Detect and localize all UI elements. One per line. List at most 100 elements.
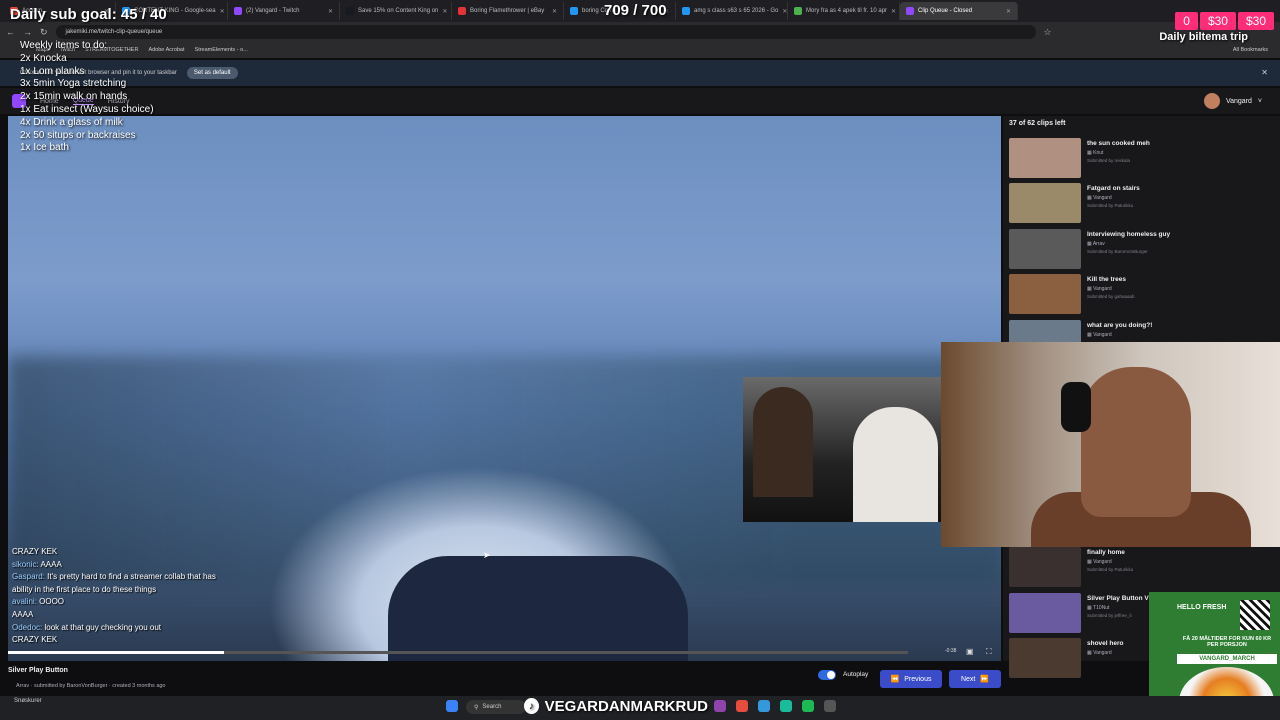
discord-icon[interactable]: [758, 700, 770, 712]
clip-thumbnail: [1009, 274, 1081, 314]
ad-offer: FÅ 20 MÅLTIDER FOR KUN 60 KR PER PORSJON: [1182, 636, 1272, 648]
headset-icon: [1061, 382, 1091, 432]
browser-tab[interactable]: (2) Vangard - Twitch ✕: [228, 2, 340, 20]
clip-channel: ▦ Arrav: [1087, 241, 1170, 247]
windows-start-icon[interactable]: [446, 700, 458, 712]
clip-thumbnail: [1009, 593, 1081, 633]
clip-thumbnail: [1009, 638, 1081, 678]
todo-item: 3x 5min Yoga stretching: [20, 78, 127, 90]
avatar: [1203, 93, 1220, 109]
weather-widget[interactable]: Snøskurer: [14, 698, 42, 704]
clip-title: what are you doing?!: [1087, 322, 1153, 329]
close-tab-icon[interactable]: ✕: [891, 8, 896, 15]
tiktok-handle-overlay: ♪ VEGARDANMARKRUD: [524, 695, 708, 717]
autoplay-toggle[interactable]: [818, 670, 836, 680]
clip-list-item[interactable]: finally home ▦ Vangard Submitted by Paturi…: [1009, 547, 1269, 589]
chat-overlay: CRAZY KEK sikonic: AAAA Gaspard: It's pret…: [12, 546, 232, 647]
tab-favicon-icon: [234, 7, 242, 15]
money-box: 0: [1175, 12, 1198, 30]
fullscreen-icon[interactable]: ⛶: [986, 647, 992, 657]
chat-message: CRAZY KEK: [12, 634, 232, 647]
todo-heading: Weekly items to do:: [20, 40, 108, 51]
search-icon: ⚲: [474, 704, 479, 711]
all-bookmarks[interactable]: All Bookmarks: [1233, 47, 1268, 53]
tab-favicon-icon: [906, 7, 914, 15]
obs-icon[interactable]: [714, 700, 726, 712]
close-tab-icon[interactable]: ✕: [782, 8, 787, 15]
clip-submitter: Submitted by Paturikku: [1087, 203, 1134, 208]
tab-favicon-icon: [794, 7, 802, 15]
back-icon[interactable]: ←: [6, 27, 15, 37]
spotify-icon[interactable]: [802, 700, 814, 712]
bookmarks-bar: Maps Twitch STREAMTOGETHER Adobe Acrobat Str…: [0, 42, 1280, 58]
video-progress-bar[interactable]: [8, 651, 908, 654]
todo-item: 1x Lom planks: [20, 65, 85, 77]
close-tab-icon[interactable]: ✕: [442, 8, 447, 15]
autoplay-label: Autoplay: [843, 671, 869, 678]
url-text: jakemiki.me/twitch-clip-queue/queue: [65, 29, 163, 35]
next-button[interactable]: Next ⏩: [949, 670, 1001, 688]
clip-channel-name: Vangard: [1093, 559, 1112, 565]
chat-message: Odedoc: look at that guy checking you ou…: [12, 622, 232, 635]
webcam-car: [743, 377, 941, 522]
cam-person-right: [853, 407, 938, 522]
browser-tab[interactable]: Mory fra as 4 apek til fr. 10 apr ✕: [788, 2, 900, 20]
clip-submitter: Submitted by reiskala: [1087, 158, 1131, 163]
clip-thumbnail: [1009, 229, 1081, 269]
qr-code-icon: [1240, 600, 1270, 630]
chrome-icon[interactable]: [736, 700, 748, 712]
chevron-down-icon: ˅: [1257, 97, 1262, 105]
clip-list-item[interactable]: the sun cooked meh ▦ Knut Submitted by rei…: [1009, 138, 1269, 180]
chat-text: OOOO: [39, 597, 65, 607]
tab-favicon-icon: [458, 7, 466, 15]
clip-list-item[interactable]: Kill the trees ▦ Vangard Submitted by gaha…: [1009, 274, 1269, 316]
money-overlay: 0 $30 $30: [1175, 12, 1274, 30]
chat-text: look at that guy checking you out: [44, 622, 162, 632]
tab-title: amg s class s63 s 65 2026 - Go: [694, 8, 779, 14]
close-tab-icon[interactable]: ✕: [328, 8, 333, 15]
browser-tab[interactable]: Clip Queue - Closed ✕: [900, 2, 1018, 20]
default-browser-infobar: Chrome isn't your default browser and pi…: [0, 60, 1280, 86]
clip-channel-name: T10Nut: [1093, 605, 1110, 611]
browser-tab[interactable]: amg s class s63 s 65 2026 - Go ✕: [676, 2, 788, 20]
browser-tab[interactable]: Boring Flamethrower | eBay ✕: [452, 2, 564, 20]
clip-channel-name: Vangard: [1093, 286, 1112, 292]
edge-icon[interactable]: [780, 700, 792, 712]
bookmark-star-icon[interactable]: ☆: [1044, 27, 1052, 38]
tiktok-icon: ♪: [524, 698, 539, 714]
chat-message: avalini: OOOO: [12, 596, 232, 609]
close-tab-icon[interactable]: ✕: [1006, 8, 1011, 15]
close-icon[interactable]: ✕: [1261, 68, 1268, 77]
close-tab-icon[interactable]: ✕: [552, 8, 557, 15]
clip-list-item[interactable]: Fatgard on stairs ▦ Vangard Submitted by P…: [1009, 183, 1269, 225]
url-input[interactable]: jakemiki.me/twitch-clip-queue/queue: [55, 25, 1036, 39]
tiktok-handle: VEGARDANMARKRUD: [544, 697, 708, 715]
settings-icon[interactable]: [824, 700, 836, 712]
previous-label: Previous: [904, 675, 932, 683]
next-icon: ⏩: [980, 676, 990, 683]
clip-title: shovel hero: [1087, 640, 1124, 647]
clip-title: Silver Play Button V: [1087, 595, 1149, 602]
reload-icon[interactable]: ↻: [40, 27, 48, 38]
todo-item: 1x Ice bath: [20, 142, 69, 154]
taskbar-search[interactable]: ⚲ Search: [466, 700, 526, 714]
previous-button[interactable]: ⏪ Previous: [880, 670, 942, 688]
clip-channel: ▦ Knut: [1087, 150, 1150, 156]
set-default-button[interactable]: Set as default: [186, 67, 238, 79]
app-header: Home Queue History Vangard ˅: [0, 88, 1280, 114]
chat-message: Gaspard: It's pretty hard to find a stre…: [12, 571, 232, 596]
chat-message: CRAZY KEK: [12, 546, 232, 559]
forward-icon[interactable]: →: [23, 27, 32, 37]
chat-text: AAAA: [12, 609, 34, 619]
clip-title: the sun cooked meh: [1087, 140, 1150, 147]
clip-list-item[interactable]: Interviewing homeless guy ▦ Arrav Submitte…: [1009, 229, 1269, 271]
clip-title: Fatgard on stairs: [1087, 185, 1140, 192]
user-menu[interactable]: Vangard ˅: [1203, 93, 1262, 109]
clip-thumbnail: [1009, 183, 1081, 223]
browser-tab[interactable]: Save 15% on Content King on ✕: [340, 2, 452, 20]
bookmark-item[interactable]: Adobe Acrobat: [148, 47, 184, 53]
tab-title: Mory fra as 4 apek til fr. 10 apr: [806, 8, 888, 14]
pip-icon[interactable]: ▣: [966, 647, 974, 656]
close-tab-icon[interactable]: ✕: [220, 8, 225, 15]
bookmark-item[interactable]: StreamElements - o...: [195, 47, 248, 53]
